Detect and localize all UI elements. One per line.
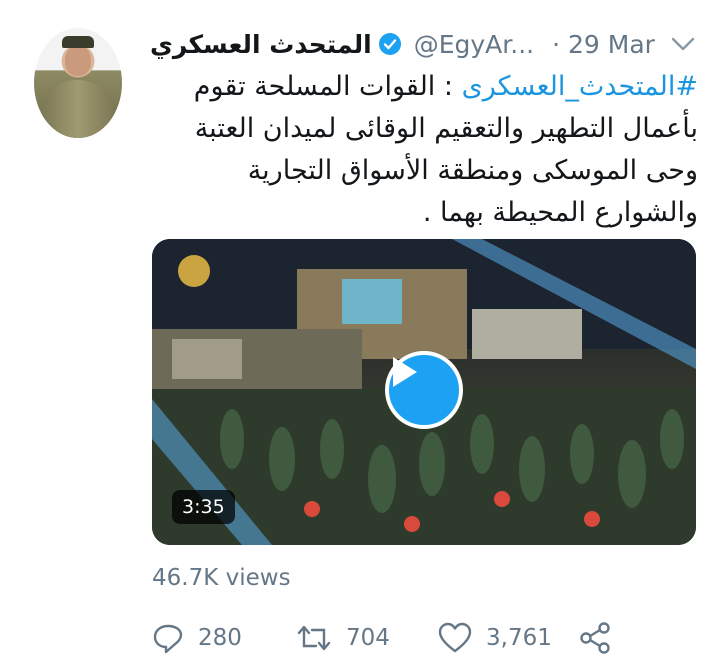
heart-icon	[438, 622, 472, 653]
view-count: 46.7K views	[152, 565, 291, 591]
profile-avatar[interactable]	[34, 28, 122, 138]
like-button[interactable]: 3,761	[438, 618, 552, 658]
avatar-cap	[62, 36, 94, 48]
reply-icon	[153, 624, 183, 654]
avatar-face	[65, 46, 91, 76]
retweet-icon	[297, 625, 331, 651]
hashtag-link[interactable]: #المتحدث_العسكرى	[462, 71, 698, 102]
display-name[interactable]: المتحدث العسكري	[150, 30, 372, 59]
play-icon	[393, 357, 417, 387]
share-button[interactable]	[578, 618, 612, 658]
tweet-actions: 280 704 3,761	[152, 618, 700, 658]
avatar-uniform	[40, 80, 116, 138]
share-icon	[580, 622, 610, 654]
video-duration: 3:35	[172, 490, 235, 524]
tweet-text: #المتحدث_العسكرى : القوات المسلحة تقوم ب…	[150, 66, 698, 234]
tweet-date[interactable]: · 29 Mar	[552, 30, 655, 59]
verified-badge-icon	[378, 33, 401, 55]
reply-count: 280	[198, 625, 242, 651]
retweet-count: 704	[346, 625, 390, 651]
retweet-button[interactable]: 704	[296, 618, 390, 658]
tweet-header: المتحدث العسكري @EgyAr... · 29 Mar	[150, 24, 698, 64]
reply-button[interactable]: 280	[152, 618, 242, 658]
chevron-down-icon[interactable]	[668, 30, 698, 58]
user-handle[interactable]: @EgyAr...	[414, 30, 534, 59]
play-button[interactable]	[385, 351, 463, 429]
like-count: 3,761	[486, 625, 552, 651]
video-player[interactable]: 3:35	[152, 239, 696, 545]
